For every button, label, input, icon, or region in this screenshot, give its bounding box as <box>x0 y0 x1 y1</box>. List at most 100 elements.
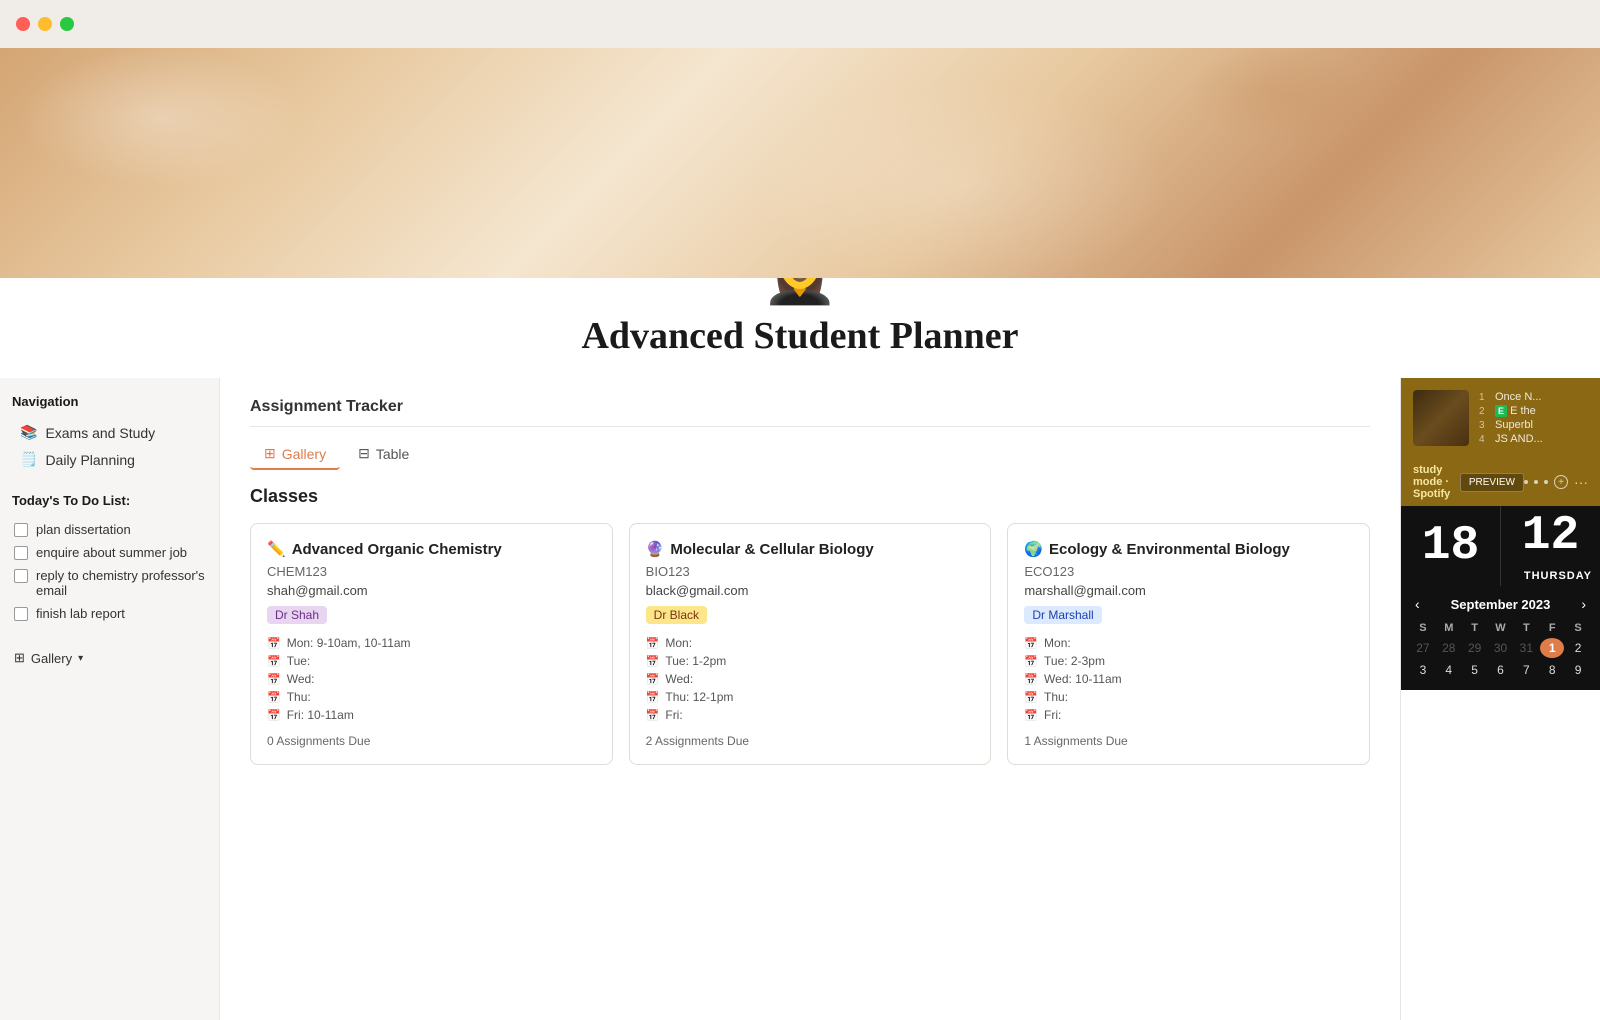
spotify-tracks: 1 Once N... 2 E E the 3 Superbl 4 JS AND <box>1479 390 1588 446</box>
calendar-prev-button[interactable]: ‹ <box>1411 596 1424 612</box>
class-card-0[interactable]: ✏️ Advanced Organic Chemistry CHEM123 sh… <box>250 523 613 765</box>
sidebar: Navigation 📚 Exams and Study 🗒️ Daily Pl… <box>0 378 220 1020</box>
spotify-preview-button[interactable]: PREVIEW <box>1460 473 1524 492</box>
tracker-header: Assignment Tracker <box>250 378 1370 427</box>
todo-checkbox-3[interactable] <box>14 607 28 621</box>
cal-day-8[interactable]: 8 <box>1540 660 1564 680</box>
cal-day-30[interactable]: 30 <box>1489 638 1513 658</box>
cal-day-7[interactable]: 7 <box>1514 660 1538 680</box>
nav-title: Navigation <box>12 394 207 409</box>
titlebar <box>0 0 1600 48</box>
clock-minute: 12 <box>1501 506 1600 566</box>
class-email-0: shah@gmail.com <box>267 583 596 598</box>
todo-item-1[interactable]: enquire about summer job <box>12 541 207 564</box>
track-3: 4 JS AND... <box>1479 432 1588 446</box>
sidebar-gallery[interactable]: ⊞ Gallery ▾ <box>12 645 207 671</box>
clock-right: 12 THURSDAY <box>1501 506 1600 586</box>
spotify-thumb-image <box>1413 390 1469 446</box>
class-title-2: 🌍 Ecology & Environmental Biology <box>1024 540 1353 558</box>
cal-day-31[interactable]: 31 <box>1514 638 1538 658</box>
sidebar-item-exams[interactable]: 📚 Exams and Study <box>12 419 207 446</box>
clock-day: THURSDAY <box>1501 566 1600 586</box>
minimize-button[interactable] <box>38 17 52 31</box>
cal-header-f: F <box>1540 620 1564 636</box>
todo-item-0[interactable]: plan dissertation <box>12 518 207 541</box>
todo-item-3[interactable]: finish lab report <box>12 602 207 625</box>
hero-banner <box>0 48 1600 278</box>
class-title-1: 🔮 Molecular & Cellular Biology <box>646 540 975 558</box>
cal-header-m: M <box>1437 620 1461 636</box>
ctrl-dot-3 <box>1544 480 1548 484</box>
main-content: Assignment Tracker ⊞ Gallery ⊟ Table Cla… <box>220 378 1400 1020</box>
professor-badge-0: Dr Shah <box>267 606 327 624</box>
todo-checkbox-1[interactable] <box>14 546 28 560</box>
schedule-1: 📅Mon: 📅Tue: 1-2pm 📅Wed: 📅Thu: 12-1pm 📅Fr… <box>646 634 975 724</box>
cal-day-27[interactable]: 27 <box>1411 638 1435 658</box>
page-title: Advanced Student Planner <box>0 314 1600 358</box>
todo-checkbox-0[interactable] <box>14 523 28 537</box>
clock-hour: 18 <box>1401 506 1501 586</box>
sidebar-item-label-planning: Daily Planning <box>45 452 135 468</box>
class-email-2: marshall@gmail.com <box>1024 583 1353 598</box>
professor-badge-2: Dr Marshall <box>1024 606 1101 624</box>
cal-day-6[interactable]: 6 <box>1489 660 1513 680</box>
track-2: 3 Superbl <box>1479 418 1588 432</box>
class-code-2: ECO123 <box>1024 564 1353 579</box>
todo-checkbox-2[interactable] <box>14 569 28 583</box>
cal-header-s1: S <box>1411 620 1435 636</box>
track-0: 1 Once N... <box>1479 390 1588 404</box>
assignments-due-1: 2 Assignments Due <box>646 734 975 748</box>
cal-day-9[interactable]: 9 <box>1566 660 1590 680</box>
tab-gallery[interactable]: ⊞ Gallery <box>250 439 340 470</box>
todo-title: Today's To Do List: <box>12 493 207 508</box>
spotify-footer: study mode · Spotify PREVIEW + ··· <box>1401 458 1600 506</box>
tab-table[interactable]: ⊟ Table <box>344 439 423 470</box>
todo-label-3: finish lab report <box>36 606 125 621</box>
gallery-tab-label: Gallery <box>282 446 326 462</box>
cal-header-s2: S <box>1566 620 1590 636</box>
todo-section: Today's To Do List: plan dissertation en… <box>12 493 207 625</box>
cal-day-4[interactable]: 4 <box>1437 660 1461 680</box>
cal-header-t2: T <box>1514 620 1538 636</box>
schedule-0: 📅Mon: 9-10am, 10-11am 📅Tue: 📅Wed: 📅Thu: … <box>267 634 596 724</box>
calendar-widget: ‹ September 2023 › S M T W T F S 27 28 2… <box>1401 586 1600 690</box>
class-icon-1: 🔮 <box>646 540 665 558</box>
exams-icon: 📚 <box>20 424 37 441</box>
todo-item-2[interactable]: reply to chemistry professor's email <box>12 564 207 602</box>
todo-label-2: reply to chemistry professor's email <box>36 568 205 598</box>
sidebar-item-label-exams: Exams and Study <box>45 425 155 441</box>
maximize-button[interactable] <box>60 17 74 31</box>
gallery-tab-icon: ⊞ <box>264 445 276 462</box>
clock-widget: 18 12 THURSDAY <box>1401 506 1600 586</box>
sidebar-item-planning[interactable]: 🗒️ Daily Planning <box>12 446 207 473</box>
tracker-title: Assignment Tracker <box>250 398 1370 416</box>
cal-day-29[interactable]: 29 <box>1463 638 1487 658</box>
calendar-next-button[interactable]: › <box>1577 596 1590 612</box>
ctrl-more-button[interactable]: ··· <box>1574 474 1588 490</box>
table-tab-label: Table <box>376 446 409 462</box>
class-card-1[interactable]: 🔮 Molecular & Cellular Biology BIO123 bl… <box>629 523 992 765</box>
classes-title: Classes <box>250 486 1370 507</box>
close-button[interactable] <box>16 17 30 31</box>
cal-day-3[interactable]: 3 <box>1411 660 1435 680</box>
cal-day-5[interactable]: 5 <box>1463 660 1487 680</box>
class-card-2[interactable]: 🌍 Ecology & Environmental Biology ECO123… <box>1007 523 1370 765</box>
ctrl-plus-button[interactable]: + <box>1554 475 1568 489</box>
class-code-1: BIO123 <box>646 564 975 579</box>
cal-header-w: W <box>1489 620 1513 636</box>
class-title-0: ✏️ Advanced Organic Chemistry <box>267 540 596 558</box>
todo-label-1: enquire about summer job <box>36 545 187 560</box>
todo-label-0: plan dissertation <box>36 522 131 537</box>
spotify-controls: + ··· <box>1524 474 1588 490</box>
gallery-chevron-icon: ▾ <box>78 653 83 664</box>
class-icon-0: ✏️ <box>267 540 286 558</box>
main-layout: Navigation 📚 Exams and Study 🗒️ Daily Pl… <box>0 378 1600 1020</box>
classes-grid: ✏️ Advanced Organic Chemistry CHEM123 sh… <box>250 523 1370 765</box>
gallery-icon: ⊞ <box>14 650 25 666</box>
class-icon-2: 🌍 <box>1024 540 1043 558</box>
right-panel: 1 Once N... 2 E E the 3 Superbl 4 JS AND <box>1400 378 1600 1020</box>
cal-day-1[interactable]: 1 <box>1540 638 1564 658</box>
cal-day-28[interactable]: 28 <box>1437 638 1461 658</box>
table-tab-icon: ⊟ <box>358 445 370 462</box>
cal-day-2[interactable]: 2 <box>1566 638 1590 658</box>
